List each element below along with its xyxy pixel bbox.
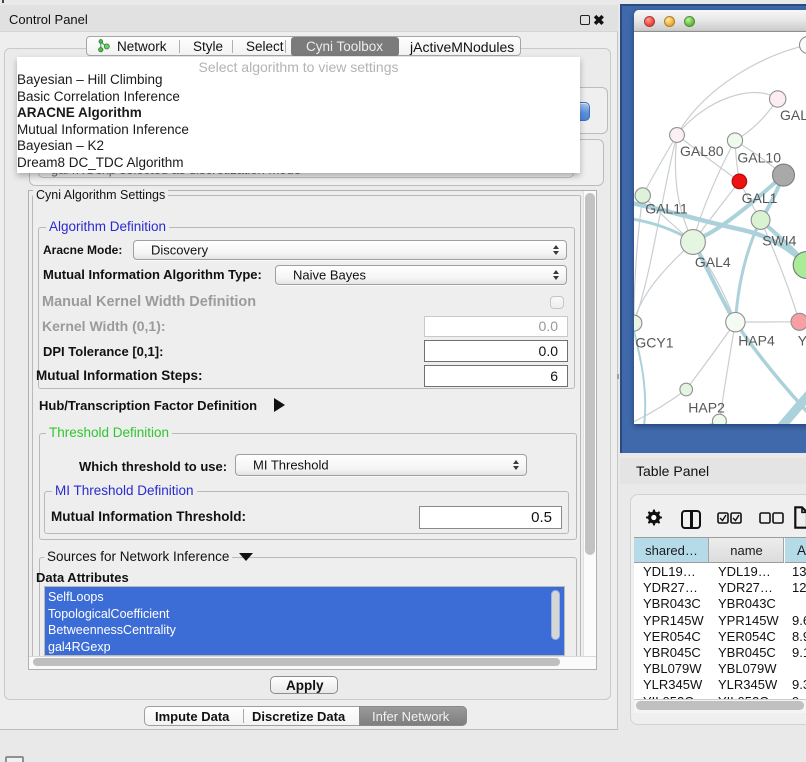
- svg-text:GAL10: GAL10: [737, 150, 781, 166]
- svg-text:HAP4: HAP4: [738, 332, 775, 348]
- svg-text:YM: YM: [798, 332, 806, 348]
- svg-text:GAL1: GAL1: [742, 190, 778, 206]
- svg-text:GAL11: GAL11: [645, 201, 688, 217]
- svg-text:SWI4: SWI4: [762, 233, 796, 249]
- svg-text:GAL2: GAL2: [780, 107, 806, 123]
- svg-text:HAP2: HAP2: [688, 400, 725, 416]
- svg-text:GAL80: GAL80: [680, 143, 724, 159]
- svg-text:GAL4: GAL4: [695, 254, 731, 270]
- svg-text:GCY1: GCY1: [635, 335, 673, 351]
